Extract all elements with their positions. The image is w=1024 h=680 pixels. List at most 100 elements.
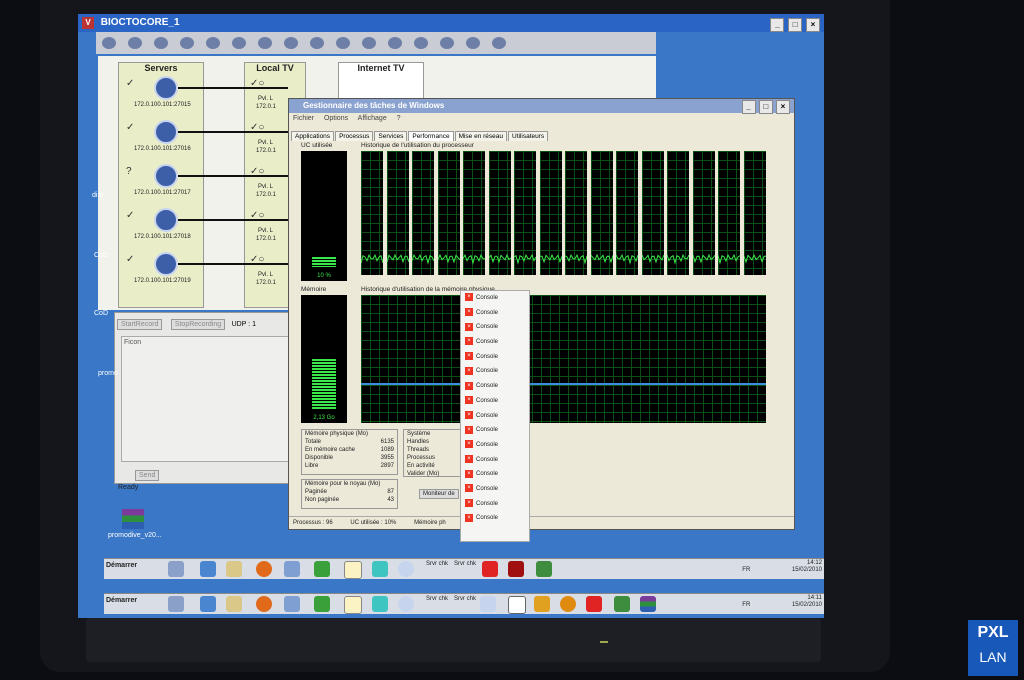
green-app-icon[interactable] [536, 561, 552, 577]
utorrent-icon[interactable] [314, 596, 330, 612]
console-item[interactable]: × Console [461, 409, 529, 424]
app-icon[interactable] [480, 596, 496, 612]
tab-processes[interactable]: Processus [335, 131, 374, 141]
close-x-icon[interactable]: × [465, 352, 473, 361]
close-x-icon[interactable]: × [465, 499, 473, 508]
srvr-chk-label[interactable]: Srvr chk [454, 561, 476, 568]
tab-services[interactable]: Services [374, 131, 408, 141]
toolbar-icon[interactable] [258, 37, 272, 49]
console-item[interactable]: × Console [461, 467, 529, 482]
close-x-icon[interactable]: × [465, 425, 473, 434]
winrar-icon[interactable] [640, 596, 656, 612]
toolbar-icon[interactable] [284, 37, 298, 49]
console-item[interactable]: × Console [461, 394, 529, 409]
toolbar-icon[interactable] [492, 37, 506, 49]
red-app-icon[interactable] [586, 596, 602, 612]
tm-close-button[interactable]: × [776, 100, 790, 114]
notepad-icon[interactable] [344, 561, 362, 579]
close-x-icon[interactable]: × [465, 469, 473, 478]
tm-maximize-button[interactable]: □ [758, 100, 773, 114]
console-item[interactable]: × Console [461, 497, 529, 512]
rar-file-label[interactable]: promodive_v20... [108, 532, 162, 539]
maximize-button[interactable]: □ [788, 18, 803, 32]
winrar-icon[interactable] [122, 509, 144, 529]
server-node-icon[interactable] [154, 164, 178, 188]
close-x-icon[interactable]: × [465, 440, 473, 449]
firefox-icon[interactable] [256, 561, 272, 577]
utorrent-icon[interactable] [314, 561, 330, 577]
explorer-icon[interactable] [168, 596, 184, 612]
close-x-icon[interactable]: × [465, 308, 473, 317]
close-x-icon[interactable]: × [465, 366, 473, 375]
desktop-label[interactable]: promo [98, 370, 118, 377]
start-button[interactable]: Démarrer [106, 597, 137, 604]
app-icon-blue[interactable] [200, 561, 216, 577]
toolbar-icon[interactable] [388, 37, 402, 49]
app-icon-blue[interactable] [200, 596, 216, 612]
console-item[interactable]: × Console [461, 320, 529, 335]
toolbar-icon[interactable] [466, 37, 480, 49]
menu-options[interactable]: Options [324, 115, 348, 122]
desktop-label[interactable]: CoD [94, 310, 108, 317]
firefox-icon[interactable] [256, 596, 272, 612]
network-icon[interactable] [284, 561, 300, 577]
console-item[interactable]: × Console [461, 350, 529, 365]
half-life-icon[interactable] [560, 596, 576, 612]
tab-performance[interactable]: Performance [408, 131, 454, 141]
srvr-chk-label[interactable]: Srvr chk [454, 596, 476, 603]
network-icon[interactable] [284, 596, 300, 612]
console-item[interactable]: × Console [461, 453, 529, 468]
close-x-icon[interactable]: × [465, 396, 473, 405]
toolbar-icon[interactable] [128, 37, 142, 49]
toolbar-icon[interactable] [336, 37, 350, 49]
console-item[interactable]: × Console [461, 335, 529, 350]
vmware-icon[interactable] [372, 561, 388, 577]
console-item[interactable]: × Console [461, 438, 529, 453]
tm-minimize-button[interactable]: _ [741, 100, 756, 114]
close-x-icon[interactable] [398, 596, 414, 612]
desktop-label[interactable]: CoD [94, 252, 108, 259]
send-button[interactable]: Send [135, 470, 160, 481]
toolbar-icon[interactable] [414, 37, 428, 49]
tab-users[interactable]: Utilisateurs [508, 131, 549, 141]
toolbar-icon[interactable] [440, 37, 454, 49]
green-app-icon[interactable] [614, 596, 630, 612]
red-app-icon[interactable] [482, 561, 498, 577]
toolbar-icon[interactable] [180, 37, 194, 49]
close-x-icon[interactable]: × [465, 293, 473, 302]
server-node-icon[interactable] [154, 76, 178, 100]
menu-view[interactable]: Affichage [358, 115, 387, 122]
close-x-icon[interactable]: × [465, 381, 473, 390]
toolbar-icon[interactable] [102, 37, 116, 49]
tab-networking[interactable]: Mise en réseau [454, 131, 508, 141]
close-x-icon[interactable]: × [465, 410, 473, 419]
start-button[interactable]: Démarrer [106, 562, 137, 569]
notepad-icon[interactable] [344, 596, 362, 614]
resource-monitor-button[interactable]: Moniteur de [419, 489, 459, 499]
vc-icon[interactable] [508, 596, 526, 614]
tab-applications[interactable]: Applications [291, 131, 335, 141]
tray-language[interactable]: FR [742, 602, 750, 608]
console-item[interactable]: × Console [461, 364, 529, 379]
tray-language[interactable]: FR [742, 567, 750, 573]
toolbar-icon[interactable] [310, 37, 324, 49]
red-app-icon[interactable] [508, 561, 524, 577]
close-x-icon[interactable]: × [465, 454, 473, 463]
close-x-icon[interactable]: × [465, 513, 473, 522]
explorer-icon[interactable] [168, 561, 184, 577]
menu-help[interactable]: ? [397, 115, 401, 122]
desktop-label[interactable]: dire [92, 192, 104, 199]
close-x-icon[interactable]: × [465, 484, 473, 493]
toolbar-icon[interactable] [232, 37, 246, 49]
console-item[interactable]: × Console [461, 423, 529, 438]
vmware-icon[interactable] [372, 596, 388, 612]
console-item[interactable]: × Console [461, 291, 529, 306]
menu-file[interactable]: Fichier [293, 115, 314, 122]
start-record-button[interactable]: StartRecord [117, 319, 163, 330]
srvr-chk-label[interactable]: Srvr chk [426, 596, 448, 603]
close-x-icon[interactable] [398, 561, 414, 577]
folder-icon[interactable] [226, 596, 242, 612]
toolbar-icon[interactable] [206, 37, 220, 49]
app-icon[interactable] [534, 596, 550, 612]
folder-icon[interactable] [226, 561, 242, 577]
